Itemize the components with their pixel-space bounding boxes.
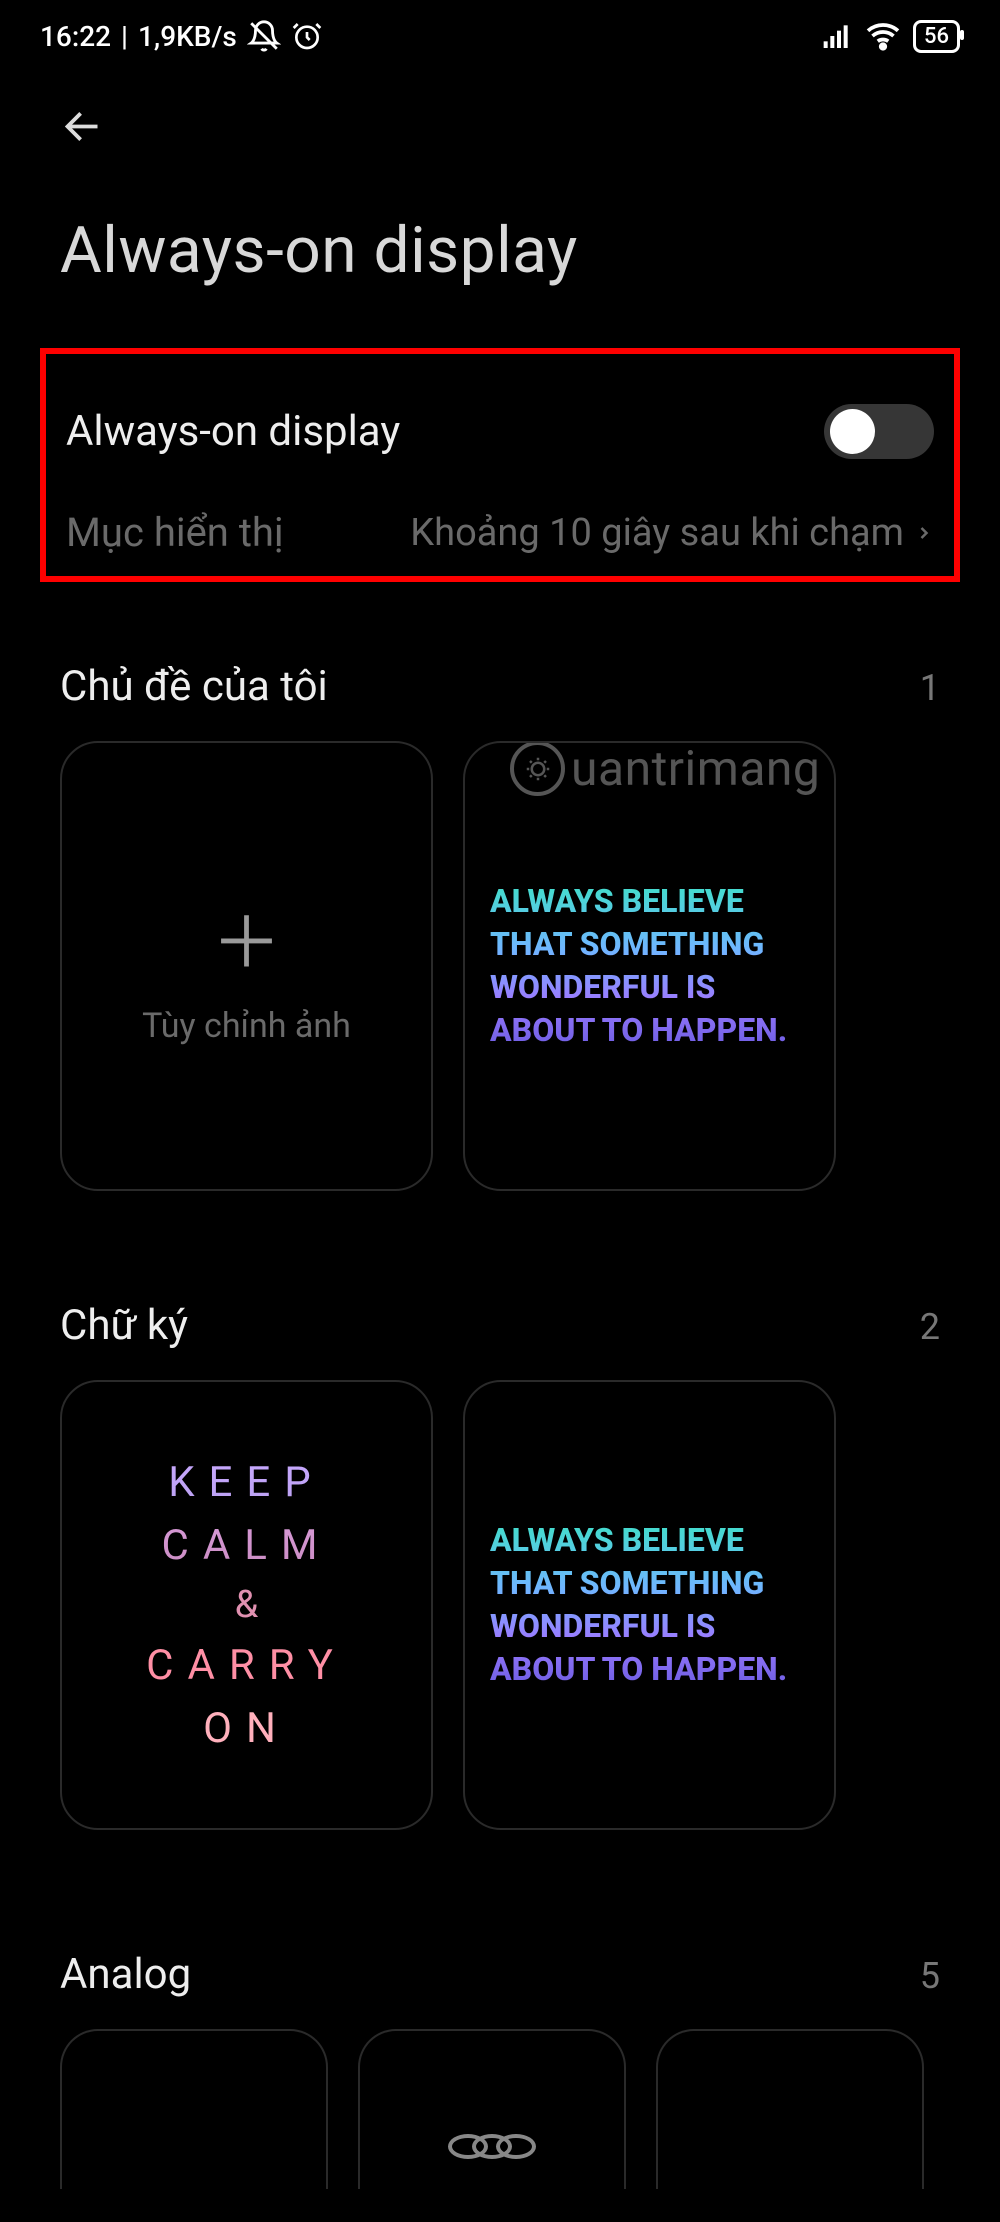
aod-toggle-label: Always-on display [66,407,400,456]
status-time: 16:22 [40,20,111,53]
section-title-mythemes: Chủ đề của tôi [60,662,328,711]
section-count-mythemes: 1 [920,667,940,709]
status-speed: 1,9KB/s [138,20,237,53]
card-quote-text-2: ALWAYS BELIEVE THAT SOMETHING WONDERFUL … [465,1519,834,1692]
section-analog: Analog 5 [0,1950,1000,2189]
section-my-themes: Chủ đề của tôi 1 ＋ Tùy chỉnh ảnh ALWAYS … [0,662,1000,1191]
section-title-signature: Chữ ký [60,1301,188,1350]
display-items-value: Khoảng 10 giây sau khi chạm [410,511,904,555]
card-customize-image[interactable]: ＋ Tùy chỉnh ảnh [60,741,433,1191]
analog-card-3[interactable] [656,2029,924,2189]
battery-icon: 56 [913,20,960,53]
aod-toggle-switch[interactable] [824,404,934,459]
card-theme-quote[interactable]: ALWAYS BELIEVE THAT SOMETHING WONDERFUL … [463,741,836,1191]
keep-calm-text: KEEP CALM & CARRY ON [146,1451,347,1760]
back-button[interactable] [60,134,105,153]
section-title-analog: Analog [60,1950,191,1999]
section-signature: Chữ ký 2 KEEP CALM & CARRY ON ALWAYS BEL… [0,1301,1000,1830]
rings-icon [448,2134,536,2159]
page-title: Always-on display [0,173,1000,318]
aod-settings-group: Always-on display Mục hiển thị Khoảng 10… [40,348,960,582]
plus-icon: ＋ [212,887,282,988]
dnd-icon [247,19,281,53]
card-quote-text: ALWAYS BELIEVE THAT SOMETHING WONDERFUL … [465,880,834,1053]
display-items-label: Mục hiển thị [66,509,284,556]
status-bar: 16:22 | 1,9KB/s 56 [0,0,1000,54]
section-count-signature: 2 [920,1306,940,1348]
chevron-right-icon [914,517,934,549]
card-add-label: Tùy chỉnh ảnh [142,1006,351,1046]
card-keep-calm[interactable]: KEEP CALM & CARRY ON [60,1380,433,1830]
signal-icon [821,20,853,52]
wifi-icon [865,18,901,54]
analog-card-1[interactable] [60,2029,328,2189]
section-count-analog: 5 [920,1955,940,1997]
alarm-icon [291,20,323,52]
analog-card-2[interactable] [358,2029,626,2189]
aod-toggle-row[interactable]: Always-on display [66,374,934,489]
display-items-row[interactable]: Mục hiển thị Khoảng 10 giây sau khi chạm [66,489,934,556]
card-signature-quote[interactable]: ALWAYS BELIEVE THAT SOMETHING WONDERFUL … [463,1380,836,1830]
